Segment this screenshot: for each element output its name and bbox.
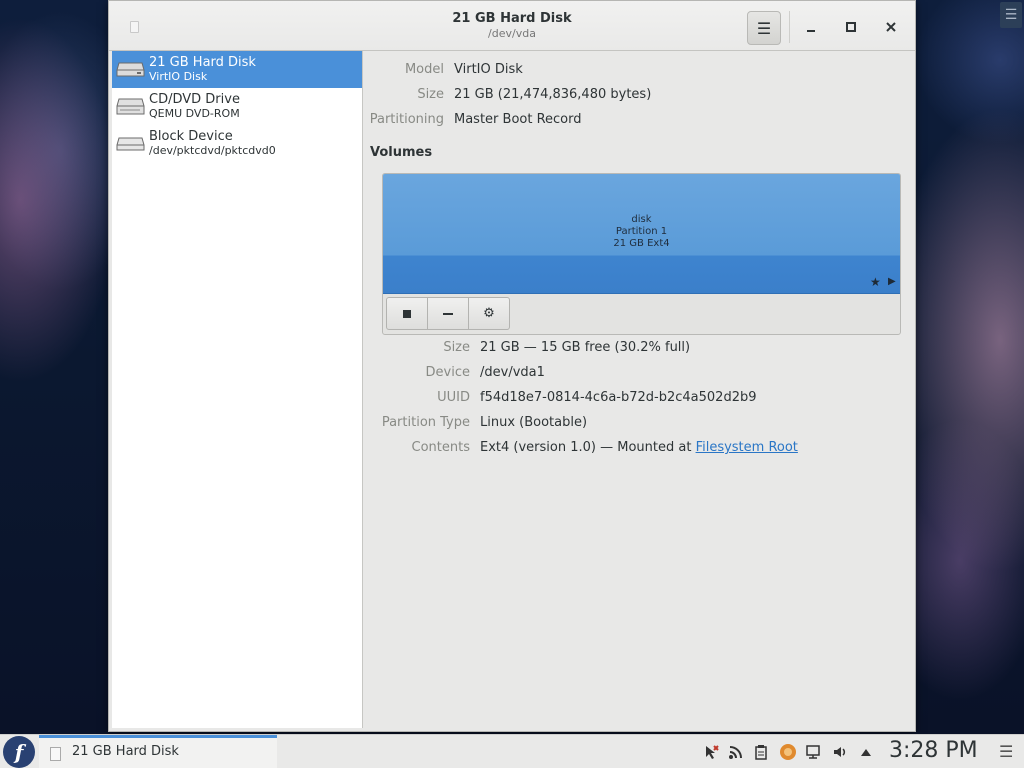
hamburger-menu-button[interactable]: ☰ (747, 11, 781, 45)
drive-subtitle: QEMU DVD-ROM (149, 107, 240, 120)
disk-app-icon (130, 21, 139, 33)
drive-name: CD/DVD Drive (149, 92, 240, 107)
volume-icon[interactable] (831, 743, 849, 761)
drive-name: 21 GB Hard Disk (149, 55, 256, 70)
block-device-icon (116, 137, 145, 151)
contents-value: Ext4 (version 1.0) — Mounted at Filesyst… (480, 440, 798, 455)
partition-label-line3: 21 GB Ext4 (613, 238, 670, 249)
window-title: 21 GB Hard Disk (452, 11, 572, 26)
partitioning-label: Partitioning (369, 112, 444, 127)
drive-name: Block Device (149, 129, 233, 144)
partition-label-line1: disk (631, 214, 652, 225)
stop-icon (403, 309, 411, 318)
unmount-button[interactable] (386, 297, 428, 330)
titlebar-separator (789, 11, 790, 43)
disk-app-icon (50, 747, 61, 761)
model-label: Model (404, 62, 444, 77)
partitioning-value: Master Boot Record (454, 112, 582, 127)
drive-subtitle: VirtIO Disk (149, 70, 208, 83)
partition-label-line2: Partition 1 (615, 226, 668, 237)
drive-subtitle: /dev/pktcdvd/pktcdvd0 (149, 144, 276, 157)
taskbar: f 21 GB Hard Disk 3:28 PM ☰ (0, 734, 1024, 768)
app-icon[interactable] (779, 743, 797, 761)
drive-item-hard-disk[interactable]: 21 GB Hard Disk VirtIO Disk (112, 51, 362, 88)
rss-icon[interactable] (727, 743, 745, 761)
hamburger-icon: ☰ (756, 18, 772, 38)
minimize-button[interactable] (799, 15, 823, 39)
partition-options-button[interactable]: ⚙ (468, 297, 510, 330)
up-arrow-icon[interactable] (857, 743, 875, 761)
pointer-icon[interactable] (702, 743, 720, 761)
volume-map: disk Partition 1 21 GB Ext4 ★ ▶ ⚙ (382, 173, 901, 335)
close-button[interactable] (879, 15, 903, 39)
contents-label: Contents (411, 440, 470, 455)
close-icon (886, 22, 896, 32)
hard-disk-icon (116, 62, 145, 77)
drive-list: 21 GB Hard Disk VirtIO Disk CD/DVD Drive… (112, 51, 363, 728)
taskbar-item-label: 21 GB Hard Disk (72, 744, 179, 759)
window-subtitle: /dev/vda (488, 27, 536, 40)
volumes-heading: Volumes (370, 145, 433, 160)
uuid-label: UUID (437, 390, 470, 405)
drive-item-block-device[interactable]: Block Device /dev/pktcdvd/pktcdvd0 (112, 125, 362, 162)
fedora-logo-icon[interactable]: f (3, 736, 35, 768)
clock[interactable]: 3:28 PM (889, 738, 978, 763)
partition-block[interactable]: disk Partition 1 21 GB Ext4 ★ ▶ (383, 174, 900, 294)
desktop-menu-icon[interactable]: ☰ (1000, 2, 1022, 28)
device-label: Device (425, 365, 470, 380)
clipboard-icon[interactable] (752, 743, 770, 761)
network-icon[interactable] (805, 743, 823, 761)
partition-size-label: Size (443, 340, 470, 355)
maximize-button[interactable] (839, 15, 863, 39)
maximize-icon (846, 22, 856, 32)
window-titles: 21 GB Hard Disk /dev/vda (359, 11, 665, 40)
minimize-icon (807, 30, 815, 32)
gear-icon: ⚙ (483, 306, 495, 321)
volume-toolbar: ⚙ (386, 297, 510, 330)
partition-label: disk Partition 1 21 GB Ext4 (383, 214, 900, 250)
titlebar: 21 GB Hard Disk /dev/vda ☰ (109, 1, 915, 51)
minus-icon (443, 312, 453, 315)
partition-size-value: 21 GB — 15 GB free (30.2% full) (480, 340, 691, 355)
disks-window: 21 GB Hard Disk /dev/vda ☰ 21 GB Hard Di… (108, 0, 916, 732)
partition-type-label: Partition Type (381, 415, 470, 430)
filesystem-root-link[interactable]: Filesystem Root (696, 440, 798, 455)
star-icon: ★ (870, 275, 881, 289)
uuid-value: f54d18e7-0814-4c6a-b72d-b2c4a502d2b9 (480, 390, 757, 405)
delete-partition-button[interactable] (427, 297, 469, 330)
play-arrow-icon: ▶ (888, 276, 896, 287)
partition-type-value: Linux (Bootable) (480, 415, 588, 430)
device-value: /dev/vda1 (480, 365, 545, 380)
size-label: Size (417, 87, 444, 102)
model-value: VirtIO Disk (454, 62, 523, 77)
drive-details: Model VirtIO Disk Size 21 GB (21,474,836… (364, 51, 913, 728)
optical-drive-icon (116, 98, 145, 115)
size-value: 21 GB (21,474,836,480 bytes) (454, 87, 652, 102)
taskbar-menu-icon[interactable]: ☰ (999, 742, 1013, 761)
taskbar-item-disks[interactable]: 21 GB Hard Disk (39, 735, 277, 768)
drive-item-cd-dvd[interactable]: CD/DVD Drive QEMU DVD-ROM (112, 88, 362, 125)
contents-text: Ext4 (version 1.0) — Mounted at (480, 440, 696, 455)
